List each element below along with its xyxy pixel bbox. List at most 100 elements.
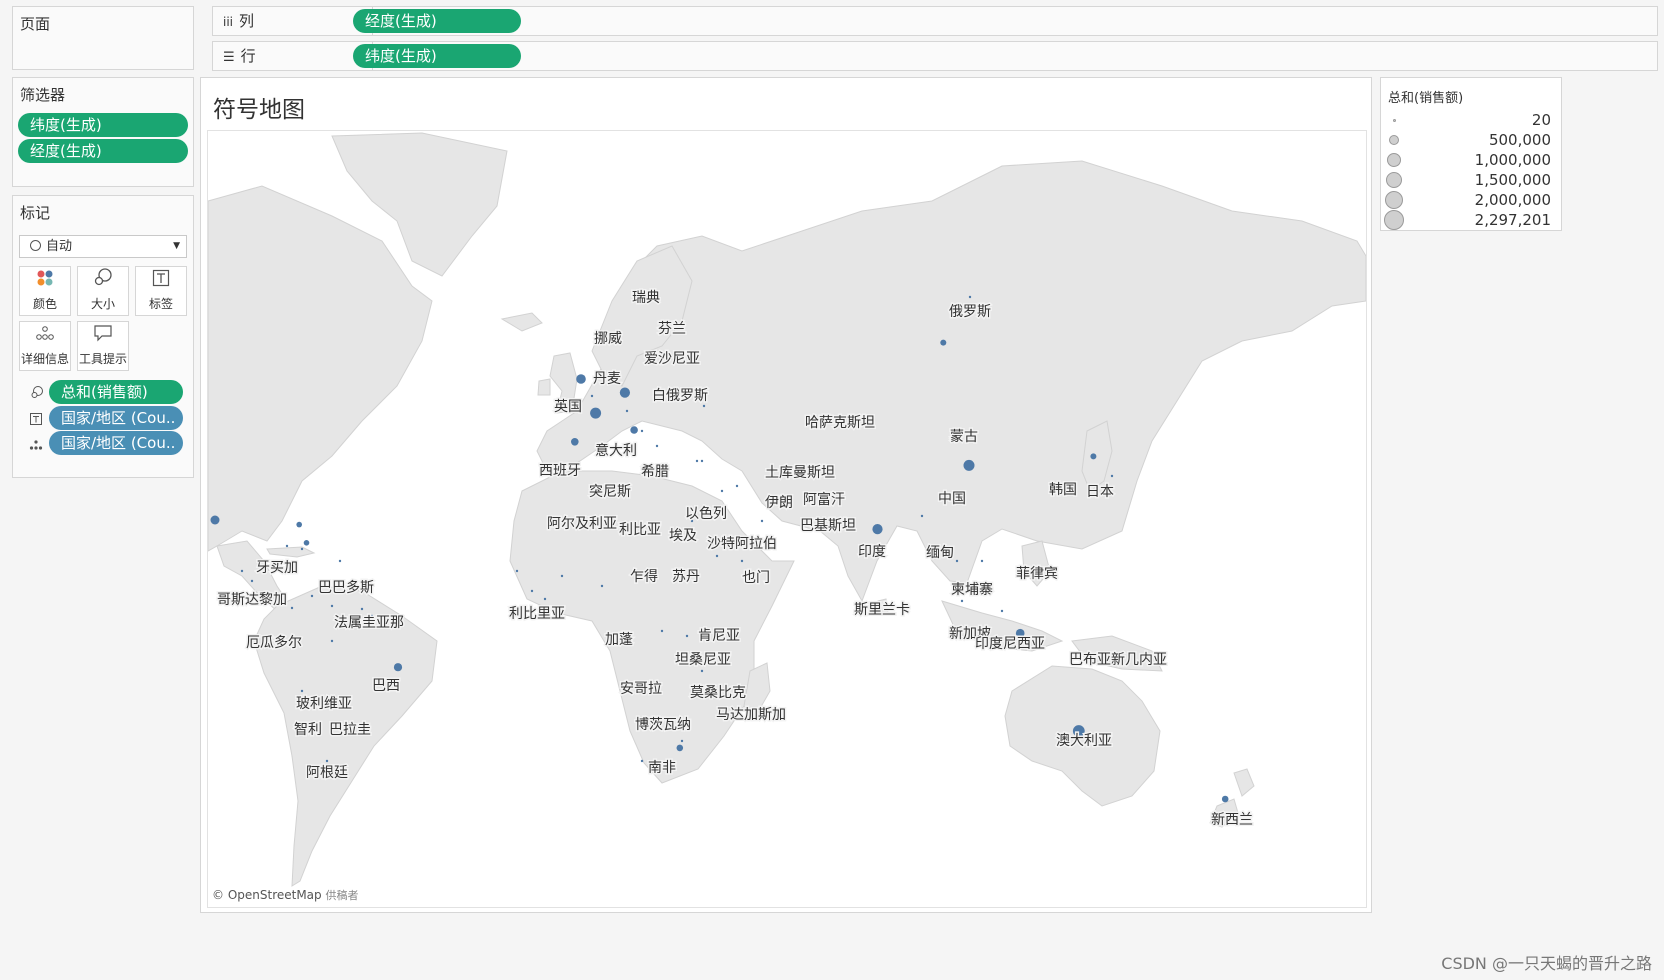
columns-pill-longitude[interactable]: 经度(生成) <box>353 9 521 33</box>
sales-point-small[interactable] <box>640 759 644 763</box>
sales-point-small[interactable] <box>300 689 304 693</box>
filter-pill-latitude[interactable]: 纬度(生成) <box>18 113 188 137</box>
sales-point-small[interactable] <box>735 484 739 488</box>
detail-icon <box>29 436 43 455</box>
color-button[interactable]: 颜色 <box>19 266 71 316</box>
sales-point-small[interactable] <box>660 629 664 633</box>
mark-type-dropdown[interactable]: 自动 ▼ <box>19 235 187 258</box>
sales-point-small[interactable] <box>740 559 744 563</box>
chevron-down-icon: ▼ <box>173 241 180 251</box>
sales-point-small[interactable] <box>1000 609 1004 613</box>
rows-pill-latitude[interactable]: 纬度(生成) <box>353 44 521 68</box>
sales-point-small[interactable] <box>625 409 629 413</box>
columns-shelf[interactable]: iii 列 经度(生成) <box>212 6 1658 36</box>
sales-point-small[interactable] <box>680 739 684 743</box>
sales-point-small[interactable] <box>560 574 564 578</box>
rows-shelf[interactable]: ☰ 行 纬度(生成) <box>212 41 1658 71</box>
sales-point-small[interactable] <box>290 606 294 610</box>
sales-point-small[interactable] <box>955 559 959 563</box>
legend-item: 20 <box>1381 110 1561 131</box>
sales-point-small[interactable] <box>702 404 706 408</box>
sales-point-small[interactable] <box>543 597 547 601</box>
map-canvas[interactable]: 瑞典 芬兰 挪威 爱沙尼亚 俄罗斯 丹麦 白俄罗斯 英国 哈萨克斯坦 意大利 蒙古 西班牙 希腊 土库曼斯… <box>207 130 1367 908</box>
marks-field-size-sales[interactable]: 总和(销售额) <box>49 380 183 404</box>
country-label: 沙特阿拉伯 <box>707 536 777 552</box>
sales-point-small[interactable] <box>338 559 342 563</box>
sales-point-small[interactable] <box>715 554 719 558</box>
sales-point-small[interactable] <box>980 559 984 563</box>
sales-point[interactable] <box>630 426 638 434</box>
sales-point-small[interactable] <box>330 639 334 643</box>
country-label: 巴布亚新几内亚 <box>1069 652 1167 668</box>
country-label: 新西兰 <box>1211 812 1253 828</box>
sales-point[interactable] <box>303 540 310 546</box>
size-legend[interactable]: 总和(销售额) 20 500,000 1,000,000 1,500,000 2… <box>1380 77 1562 231</box>
sales-point-small[interactable] <box>968 295 972 299</box>
country-label: 巴拉圭 <box>329 722 371 738</box>
sales-point[interactable] <box>1090 453 1097 460</box>
size-icon <box>78 267 128 295</box>
sales-point[interactable] <box>676 744 684 752</box>
sales-point-small[interactable] <box>960 599 964 603</box>
marks-field-label-country[interactable]: 国家/地区 (Cou.. <box>49 406 183 430</box>
sales-point-small[interactable] <box>685 634 689 638</box>
country-label: 巴基斯坦 <box>800 517 856 534</box>
marks-field-detail-country[interactable]: 国家/地区 (Cou.. <box>49 431 183 455</box>
sales-point[interactable] <box>619 387 631 398</box>
country-label: 伊朗 <box>765 495 793 511</box>
map-attribution[interactable]: © OpenStreetMap 供稿者 <box>212 887 358 903</box>
sales-point[interactable] <box>872 524 883 535</box>
sales-point-small[interactable] <box>700 459 704 463</box>
country-label: 斯里兰卡 <box>854 602 910 618</box>
columns-shelf-label: iii 列 <box>213 7 373 35</box>
country-label: 英国 <box>554 398 582 415</box>
sales-point-small[interactable] <box>695 459 699 463</box>
sales-point-small[interactable] <box>325 759 329 763</box>
legend-item: 2,000,000 <box>1381 190 1561 211</box>
sales-point-small[interactable] <box>600 584 604 588</box>
tooltip-button[interactable]: 工具提示 <box>77 321 129 371</box>
sales-point-small[interactable] <box>720 489 724 493</box>
sales-point[interactable] <box>296 521 303 528</box>
sales-point-small[interactable] <box>300 547 304 551</box>
country-label: 法属圭亚那 <box>334 615 404 631</box>
sales-point-small[interactable] <box>920 514 924 518</box>
sales-point-small[interactable] <box>700 669 704 673</box>
filter-pill-longitude[interactable]: 经度(生成) <box>18 139 188 163</box>
legend-item: 1,000,000 <box>1381 150 1561 171</box>
country-label: 菲律宾 <box>1016 566 1058 582</box>
sales-point-small[interactable] <box>1110 474 1114 478</box>
country-label: 利比亚 <box>619 522 661 538</box>
label-button[interactable]: 标签 <box>135 266 187 316</box>
sales-point[interactable] <box>1221 795 1229 803</box>
detail-button[interactable]: 详细信息 <box>19 321 71 371</box>
country-label: 利比里亚 <box>509 606 565 622</box>
sales-point[interactable] <box>576 374 586 384</box>
country-label: 苏丹 <box>672 569 700 585</box>
sales-point[interactable] <box>590 407 602 419</box>
sales-point-small[interactable] <box>285 544 289 548</box>
sales-point[interactable] <box>393 663 403 672</box>
sales-point-small[interactable] <box>240 569 244 573</box>
rows-shelf-label: ☰ 行 <box>213 42 373 70</box>
sales-point-small[interactable] <box>590 394 594 398</box>
sales-point-small[interactable] <box>360 607 364 611</box>
sales-point-small[interactable] <box>530 589 534 593</box>
sales-point-small[interactable] <box>655 444 659 448</box>
sales-point-small[interactable] <box>760 519 764 523</box>
sales-point[interactable] <box>210 515 220 525</box>
sales-point[interactable] <box>940 339 947 346</box>
sales-point-small[interactable] <box>330 604 334 608</box>
sales-point[interactable] <box>571 438 579 446</box>
sales-point-small[interactable] <box>515 569 519 573</box>
detail-icon <box>20 322 70 350</box>
legend-size-dot <box>1385 191 1403 209</box>
size-button[interactable]: 大小 <box>77 266 129 316</box>
sales-point[interactable] <box>963 459 975 471</box>
legend-size-dot <box>1386 172 1402 188</box>
country-label: 乍得 <box>630 568 658 585</box>
world-map[interactable]: 瑞典芬兰挪威爱沙尼亚 俄罗斯丹麦白俄罗斯英国哈萨克斯坦意大利 蒙古西班牙 希腊 土库曼斯… <box>208 131 1366 907</box>
sales-point-small[interactable] <box>250 579 254 583</box>
sales-point-small[interactable] <box>310 594 314 598</box>
sales-point-small[interactable] <box>640 429 644 433</box>
